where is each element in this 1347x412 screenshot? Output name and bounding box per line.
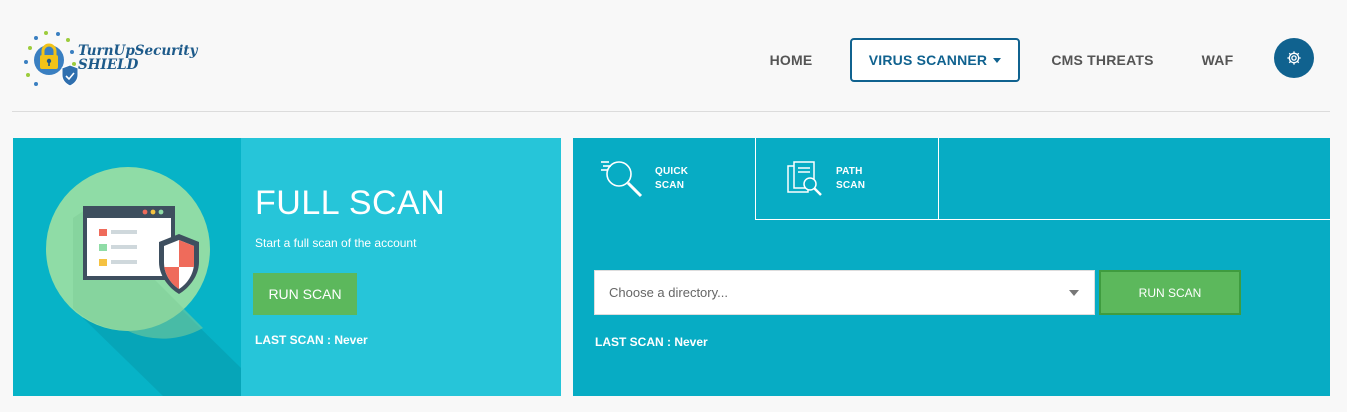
tab-path-line-1: PATH <box>836 165 863 177</box>
brand-logo[interactable]: TurnUpSecurity SHIELD <box>22 30 197 92</box>
nav-virus-scanner[interactable]: VIRUS SCANNER <box>850 38 1020 82</box>
path-scan-run-button[interactable]: RUN SCAN <box>1099 270 1241 315</box>
documents-search-icon <box>787 160 822 196</box>
settings-button[interactable] <box>1274 38 1314 78</box>
full-scan-run-button[interactable]: RUN SCAN <box>253 273 357 315</box>
full-scan-title: FULL SCAN <box>255 184 446 222</box>
browser-shield-illustration-icon <box>46 167 241 396</box>
header: TurnUpSecurity SHIELD HOME VIRUS SCANNER… <box>0 0 1347 112</box>
nav-home[interactable]: HOME <box>756 38 826 82</box>
directory-select-placeholder: Choose a directory... <box>609 285 728 300</box>
path-scan-last-scan: LAST SCAN : Never <box>595 335 708 349</box>
tab-quick-scan[interactable]: QUICK SCAN <box>573 138 755 220</box>
full-scan-subtitle: Start a full scan of the account <box>255 236 417 250</box>
gear-icon <box>1287 51 1301 65</box>
padlock-shield-icon <box>24 31 79 87</box>
nav-cms-threats[interactable]: CMS THREATS <box>1040 38 1165 82</box>
directory-select[interactable]: Choose a directory... <box>594 270 1095 315</box>
tab-quick-scan-label: QUICK SCAN <box>655 165 688 193</box>
caret-down-icon <box>993 57 1002 63</box>
search-lines-icon <box>601 161 643 198</box>
caret-down-icon <box>1069 290 1079 296</box>
brand-line-2: SHIELD <box>78 57 139 73</box>
full-scan-panel: FULL SCAN Start a full scan of the accou… <box>13 138 561 396</box>
tab-bar-divider <box>939 219 1330 220</box>
tab-quick-line-1: QUICK <box>655 166 689 177</box>
tab-path-scan-label: PATH SCAN <box>836 165 865 193</box>
brand-name: TurnUpSecurity SHIELD <box>78 44 197 72</box>
nav-virus-scanner-label: VIRUS SCANNER <box>868 52 988 68</box>
tab-path-line-2: SCAN <box>836 179 866 191</box>
tab-quick-line-2: SCAN <box>655 180 685 191</box>
full-scan-illustration-area <box>13 138 241 396</box>
tab-path-scan[interactable]: PATH SCAN <box>755 138 939 220</box>
nav-waf[interactable]: WAF <box>1190 38 1245 82</box>
brand-line-1: TurnUpSecurity <box>78 43 198 59</box>
header-divider <box>12 111 1330 112</box>
path-scan-panel: QUICK SCAN PATH SCAN Choose a directory.… <box>573 138 1330 396</box>
full-scan-last-scan: LAST SCAN : Never <box>255 333 368 347</box>
